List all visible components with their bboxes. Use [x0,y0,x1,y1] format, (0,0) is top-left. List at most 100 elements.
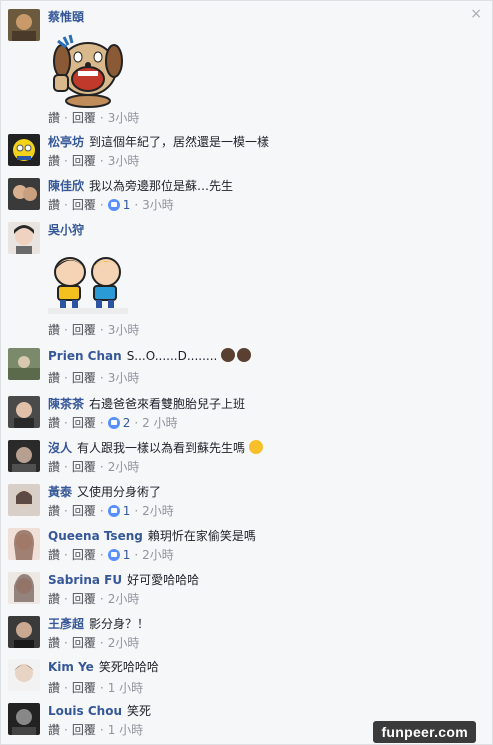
like-button[interactable]: 讚 [48,636,60,650]
like-count[interactable]: 1 [123,198,131,212]
timestamp[interactable]: 3小時 [108,323,140,337]
comment-text: 好可愛哈哈哈 [127,573,200,587]
like-button[interactable]: 讚 [48,592,60,606]
comment-actions: 讚 · 回覆 · 1 小時 [48,723,144,737]
comment-actions: 讚 · 回覆 · 2小時 [48,460,140,474]
comment-actions: 讚 · 回覆 · 2小時 [48,636,140,650]
like-count-icon[interactable] [107,549,120,561]
like-button[interactable]: 讚 [48,323,60,337]
like-button[interactable]: 讚 [48,371,60,385]
avatar[interactable] [8,528,40,560]
commenter-name[interactable]: 蔡惟頤 [48,10,84,24]
commenter-name[interactable]: Prien Chan [48,349,122,363]
comment-text: 到這個年紀了，居然還是一模一樣 [89,135,270,149]
comment-actions: 讚 · 回覆 · 1 · 2小時 [48,504,174,518]
avatar[interactable] [8,572,40,604]
comment-actions: 讚 · 回覆 · 1 · 3小時 [48,198,174,212]
like-count-icon[interactable] [107,417,120,429]
timestamp[interactable]: 2小時 [108,592,140,606]
comment-actions: 讚 · 回覆 · 1 · 2小時 [48,548,174,562]
reply-button[interactable]: 回覆 [72,460,96,474]
timestamp[interactable]: 1 小時 [108,681,143,695]
like-button[interactable]: 讚 [48,681,60,695]
reply-button[interactable]: 回覆 [72,723,96,737]
like-button[interactable]: 讚 [48,460,60,474]
comment-text: 有人跟我一樣以為看到蘇先生嗎 [77,441,246,455]
cartoon-kids-sticker-image[interactable] [48,252,128,318]
commenter-name[interactable]: 王彥超 [48,617,84,631]
commenter-name[interactable]: 陳佳欣 [48,179,84,193]
timestamp[interactable]: 2 小時 [142,416,177,430]
commenter-name[interactable]: Queena Tseng [48,529,143,543]
comment-actions: 讚 · 回覆 · 2小時 [48,592,140,606]
like-count-icon[interactable] [107,505,120,517]
reply-button[interactable]: 回覆 [72,636,96,650]
commenter-name[interactable]: Sabrina FU [48,573,122,587]
comment-actions: 讚 · 回覆 · 3小時 [48,371,140,385]
avatar[interactable] [8,484,40,516]
comment-actions: 讚 · 回覆 · 2 · 2 小時 [48,416,178,430]
like-button[interactable]: 讚 [48,504,60,518]
commenter-name[interactable]: 沒人 [48,441,72,455]
avatar[interactable] [8,348,40,380]
timestamp[interactable]: 3小時 [108,154,140,168]
avatar[interactable] [8,703,40,735]
reply-button[interactable]: 回覆 [72,504,96,518]
timestamp[interactable]: 2小時 [108,636,140,650]
reply-button[interactable]: 回覆 [72,371,96,385]
reply-button[interactable]: 回覆 [72,592,96,606]
reply-button[interactable]: 回覆 [72,548,96,562]
like-button[interactable]: 讚 [48,548,60,562]
reply-button[interactable]: 回覆 [72,416,96,430]
comment-actions: 讚 · 回覆 · 3小時 [48,323,140,337]
like-button[interactable]: 讚 [48,154,60,168]
commenter-name[interactable]: 吳小狩 [48,223,84,237]
comment-text: S...O......D........ [126,349,218,363]
like-button[interactable]: 讚 [48,723,60,737]
avatar[interactable] [8,222,40,254]
avatar[interactable] [8,9,40,41]
like-count[interactable]: 2 [123,416,131,430]
avatar[interactable] [8,616,40,648]
comment-text: 笑死 [127,704,152,718]
comment-text: 又使用分身術了 [77,485,162,499]
avatar[interactable] [8,134,40,166]
watermark-logo: funpeer.com [373,721,476,743]
avatar[interactable] [8,659,40,691]
timestamp[interactable]: 2小時 [108,460,140,474]
avatar[interactable] [8,440,40,472]
commenter-name[interactable]: 黃泰 [48,485,72,499]
timestamp[interactable]: 2小時 [142,504,174,518]
monkey-emoji-icon [221,348,236,362]
comment-text: 我以為旁邊那位是蘇…先生 [89,179,234,193]
like-button[interactable]: 讚 [48,198,60,212]
comment-text: 賴玥忻在家偷笑是嗎 [147,529,256,543]
avatar[interactable] [8,396,40,428]
reply-button[interactable]: 回覆 [72,323,96,337]
timestamp[interactable]: 3小時 [142,198,174,212]
commenter-name[interactable]: 陳茶茶 [48,397,84,411]
like-button[interactable]: 讚 [48,111,60,125]
reply-button[interactable]: 回覆 [72,681,96,695]
comment-text: 右邊爸爸來看雙胞胎兒子上班 [89,397,246,411]
commenter-name[interactable]: Kim Ye [48,660,94,674]
avatar[interactable] [8,178,40,210]
reply-button[interactable]: 回覆 [72,111,96,125]
commenter-name[interactable]: Louis Chou [48,704,122,718]
comment-text: 笑死哈哈哈 [98,660,159,674]
like-count[interactable]: 1 [123,504,131,518]
like-button[interactable]: 讚 [48,416,60,430]
timestamp[interactable]: 2小時 [142,548,174,562]
reply-button[interactable]: 回覆 [72,198,96,212]
like-count-icon[interactable] [107,199,120,211]
comment-actions: 讚 · 回覆 · 3小時 [48,111,140,125]
reply-button[interactable]: 回覆 [72,154,96,168]
monkey-emoji-icon [237,348,252,362]
timestamp[interactable]: 3小時 [108,371,140,385]
like-count[interactable]: 1 [123,548,131,562]
commenter-name[interactable]: 松亭坊 [48,135,84,149]
timestamp[interactable]: 3小時 [108,111,140,125]
timestamp[interactable]: 1 小時 [108,723,143,737]
comments-panel: × 蔡惟頤 讚 · 回覆 · 3小時 松亭坊 到這個年紀了，居然還是一模一樣 讚… [0,0,493,745]
dog-sticker-image[interactable] [48,31,128,113]
